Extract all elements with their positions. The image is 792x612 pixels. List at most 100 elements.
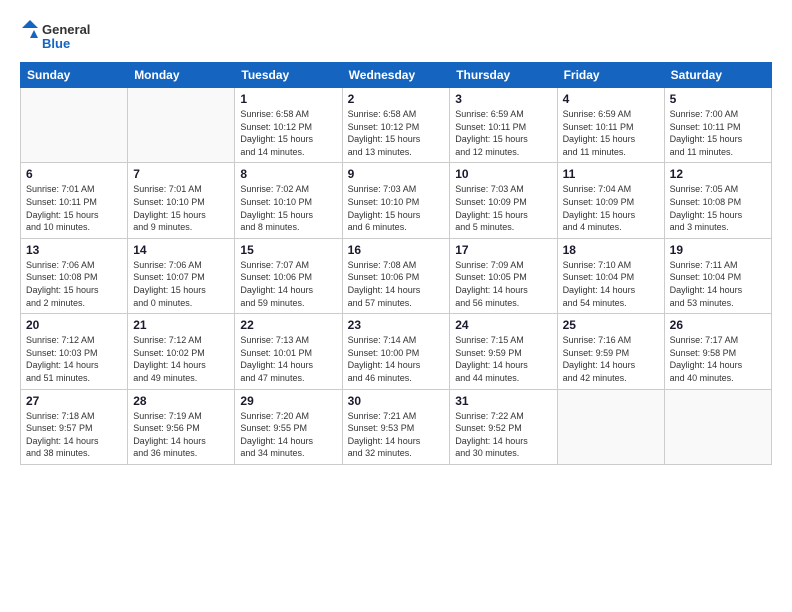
day-info: Sunrise: 7:01 AM Sunset: 10:11 PM Daylig… [26, 183, 122, 233]
calendar-cell: 8 Sunrise: 7:02 AM Sunset: 10:10 PM Dayli… [235, 163, 342, 238]
day-info: Sunrise: 7:06 AM Sunset: 10:07 PM Daylig… [133, 259, 229, 309]
calendar-cell [128, 88, 235, 163]
day-number: 14 [133, 243, 229, 257]
calendar-week-2: 13 Sunrise: 7:06 AM Sunset: 10:08 PM Dayl… [21, 238, 772, 313]
page: General Blue SundayMondayTuesdayWednesda… [0, 0, 792, 612]
day-info: Sunrise: 7:14 AM Sunset: 10:00 PM Daylig… [348, 334, 445, 384]
day-info: Sunrise: 7:08 AM Sunset: 10:06 PM Daylig… [348, 259, 445, 309]
weekday-header-saturday: Saturday [664, 63, 771, 88]
day-number: 19 [670, 243, 766, 257]
calendar-cell: 12 Sunrise: 7:05 AM Sunset: 10:08 PM Dayl… [664, 163, 771, 238]
day-number: 15 [240, 243, 336, 257]
day-info: Sunrise: 6:59 AM Sunset: 10:11 PM Daylig… [455, 108, 551, 158]
day-number: 26 [670, 318, 766, 332]
calendar-cell: 16Sunrise: 7:08 AM Sunset: 10:06 PM Dayl… [342, 238, 450, 313]
day-info: Sunrise: 7:09 AM Sunset: 10:05 PM Daylig… [455, 259, 551, 309]
day-info: Sunrise: 6:59 AM Sunset: 10:11 PM Daylig… [563, 108, 659, 158]
day-info: Sunrise: 7:03 AM Sunset: 10:10 PM Daylig… [348, 183, 445, 233]
day-info: Sunrise: 7:12 AM Sunset: 10:03 PM Daylig… [26, 334, 122, 384]
weekday-header-tuesday: Tuesday [235, 63, 342, 88]
day-info: Sunrise: 7:11 AM Sunset: 10:04 PM Daylig… [670, 259, 766, 309]
day-info: Sunrise: 7:22 AM Sunset: 9:52 PM Dayligh… [455, 410, 551, 460]
weekday-header-sunday: Sunday [21, 63, 128, 88]
day-number: 27 [26, 394, 122, 408]
calendar-cell: 7Sunrise: 7:01 AM Sunset: 10:10 PM Dayli… [128, 163, 235, 238]
calendar-cell: 31 Sunrise: 7:22 AM Sunset: 9:52 PM Dayli… [450, 389, 557, 464]
calendar-cell: 27 Sunrise: 7:18 AM Sunset: 9:57 PM Dayli… [21, 389, 128, 464]
calendar-cell: 4 Sunrise: 6:59 AM Sunset: 10:11 PM Dayli… [557, 88, 664, 163]
calendar-cell: 6 Sunrise: 7:01 AM Sunset: 10:11 PM Dayli… [21, 163, 128, 238]
calendar-cell: 23 Sunrise: 7:14 AM Sunset: 10:00 PM Dayl… [342, 314, 450, 389]
weekday-header-thursday: Thursday [450, 63, 557, 88]
day-number: 18 [563, 243, 659, 257]
day-info: Sunrise: 7:12 AM Sunset: 10:02 PM Daylig… [133, 334, 229, 384]
day-info: Sunrise: 7:03 AM Sunset: 10:09 PM Daylig… [455, 183, 551, 233]
day-info: Sunrise: 7:18 AM Sunset: 9:57 PM Dayligh… [26, 410, 122, 460]
day-number: 28 [133, 394, 229, 408]
day-info: Sunrise: 7:00 AM Sunset: 10:11 PM Daylig… [670, 108, 766, 158]
day-number: 1 [240, 92, 336, 106]
day-info: Sunrise: 7:01 AM Sunset: 10:10 PM Daylig… [133, 183, 229, 233]
calendar-cell: 30 Sunrise: 7:21 AM Sunset: 9:53 PM Dayli… [342, 389, 450, 464]
calendar-week-1: 6 Sunrise: 7:01 AM Sunset: 10:11 PM Dayli… [21, 163, 772, 238]
day-number: 8 [240, 167, 336, 181]
day-info: Sunrise: 7:10 AM Sunset: 10:04 PM Daylig… [563, 259, 659, 309]
calendar-cell: 17 Sunrise: 7:09 AM Sunset: 10:05 PM Dayl… [450, 238, 557, 313]
svg-text:General: General [42, 22, 90, 37]
day-number: 4 [563, 92, 659, 106]
calendar: SundayMondayTuesdayWednesdayThursdayFrid… [20, 62, 772, 465]
day-info: Sunrise: 7:06 AM Sunset: 10:08 PM Daylig… [26, 259, 122, 309]
day-number: 25 [563, 318, 659, 332]
weekday-header-wednesday: Wednesday [342, 63, 450, 88]
svg-text:Blue: Blue [42, 36, 70, 51]
day-info: Sunrise: 6:58 AM Sunset: 10:12 PM Daylig… [348, 108, 445, 158]
weekday-header-row: SundayMondayTuesdayWednesdayThursdayFrid… [21, 63, 772, 88]
day-info: Sunrise: 7:07 AM Sunset: 10:06 PM Daylig… [240, 259, 336, 309]
logo: General Blue [20, 18, 120, 54]
day-number: 12 [670, 167, 766, 181]
calendar-cell: 10 Sunrise: 7:03 AM Sunset: 10:09 PM Dayl… [450, 163, 557, 238]
day-info: Sunrise: 7:13 AM Sunset: 10:01 PM Daylig… [240, 334, 336, 384]
day-number: 29 [240, 394, 336, 408]
calendar-cell: 2 Sunrise: 6:58 AM Sunset: 10:12 PM Dayli… [342, 88, 450, 163]
calendar-cell: 20Sunrise: 7:12 AM Sunset: 10:03 PM Dayl… [21, 314, 128, 389]
day-info: Sunrise: 7:21 AM Sunset: 9:53 PM Dayligh… [348, 410, 445, 460]
weekday-header-monday: Monday [128, 63, 235, 88]
day-info: Sunrise: 7:20 AM Sunset: 9:55 PM Dayligh… [240, 410, 336, 460]
day-number: 23 [348, 318, 445, 332]
calendar-cell: 1Sunrise: 6:58 AM Sunset: 10:12 PM Dayli… [235, 88, 342, 163]
day-info: Sunrise: 7:02 AM Sunset: 10:10 PM Daylig… [240, 183, 336, 233]
calendar-week-0: 1 Sunrise: 6:58 AM Sunset: 10:12 PM Dayli… [21, 88, 772, 163]
header: General Blue [20, 18, 772, 54]
calendar-cell: 24Sunrise: 7:15 AM Sunset: 9:59 PM Dayli… [450, 314, 557, 389]
day-info: Sunrise: 7:04 AM Sunset: 10:09 PM Daylig… [563, 183, 659, 233]
day-info: Sunrise: 7:16 AM Sunset: 9:59 PM Dayligh… [563, 334, 659, 384]
calendar-cell: 19 Sunrise: 7:11 AM Sunset: 10:04 PM Dayl… [664, 238, 771, 313]
calendar-cell: 5Sunrise: 7:00 AM Sunset: 10:11 PM Dayli… [664, 88, 771, 163]
day-info: Sunrise: 7:19 AM Sunset: 9:56 PM Dayligh… [133, 410, 229, 460]
day-number: 2 [348, 92, 445, 106]
calendar-week-3: 20Sunrise: 7:12 AM Sunset: 10:03 PM Dayl… [21, 314, 772, 389]
calendar-cell: 25 Sunrise: 7:16 AM Sunset: 9:59 PM Dayli… [557, 314, 664, 389]
calendar-cell: 9Sunrise: 7:03 AM Sunset: 10:10 PM Dayli… [342, 163, 450, 238]
calendar-cell: 13 Sunrise: 7:06 AM Sunset: 10:08 PM Dayl… [21, 238, 128, 313]
day-number: 21 [133, 318, 229, 332]
calendar-cell: 15 Sunrise: 7:07 AM Sunset: 10:06 PM Dayl… [235, 238, 342, 313]
calendar-cell: 29 Sunrise: 7:20 AM Sunset: 9:55 PM Dayli… [235, 389, 342, 464]
calendar-cell: 11 Sunrise: 7:04 AM Sunset: 10:09 PM Dayl… [557, 163, 664, 238]
day-number: 31 [455, 394, 551, 408]
calendar-cell: 26 Sunrise: 7:17 AM Sunset: 9:58 PM Dayli… [664, 314, 771, 389]
day-number: 3 [455, 92, 551, 106]
calendar-cell [557, 389, 664, 464]
day-number: 13 [26, 243, 122, 257]
day-number: 6 [26, 167, 122, 181]
calendar-cell: 14 Sunrise: 7:06 AM Sunset: 10:07 PM Dayl… [128, 238, 235, 313]
day-info: Sunrise: 7:05 AM Sunset: 10:08 PM Daylig… [670, 183, 766, 233]
day-number: 17 [455, 243, 551, 257]
day-info: Sunrise: 7:17 AM Sunset: 9:58 PM Dayligh… [670, 334, 766, 384]
day-number: 30 [348, 394, 445, 408]
day-number: 22 [240, 318, 336, 332]
day-number: 11 [563, 167, 659, 181]
day-number: 10 [455, 167, 551, 181]
day-info: Sunrise: 7:15 AM Sunset: 9:59 PM Dayligh… [455, 334, 551, 384]
